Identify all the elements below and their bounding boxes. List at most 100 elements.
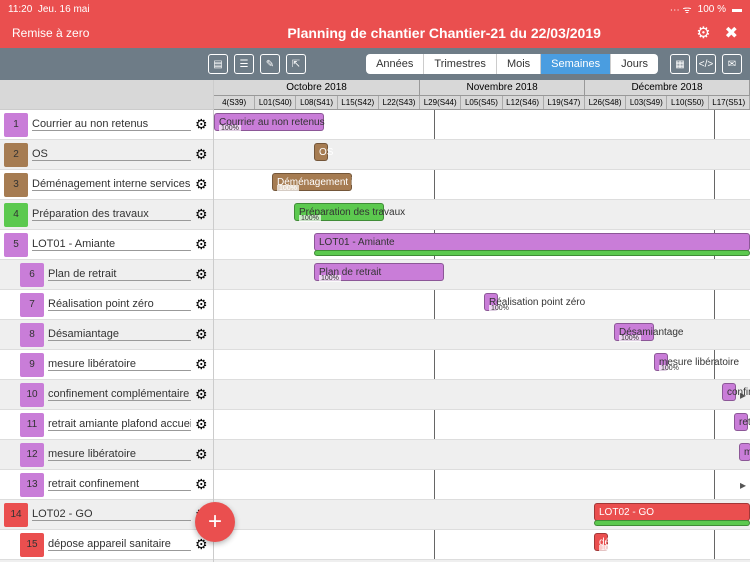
tool-code-icon[interactable]: </> bbox=[696, 54, 716, 74]
gear-icon[interactable]: ⚙ bbox=[195, 206, 213, 223]
task-number[interactable]: 15 bbox=[20, 533, 44, 557]
gantt-bar[interactable]: confinement bbox=[722, 383, 736, 401]
task-label[interactable]: LOT02 - GO bbox=[32, 508, 191, 521]
gear-icon[interactable]: ⚙ bbox=[195, 176, 213, 193]
task-label[interactable]: dépose appareil sanitaire bbox=[48, 538, 191, 551]
task-number[interactable]: 11 bbox=[20, 413, 44, 437]
gantt-bar[interactable]: Déménagement interne services100% bbox=[272, 173, 352, 191]
task-number[interactable]: 2 bbox=[4, 143, 28, 167]
timescale-années[interactable]: Années bbox=[366, 54, 424, 74]
task-number[interactable]: 4 bbox=[4, 203, 28, 227]
gear-icon[interactable]: ⚙ bbox=[195, 296, 213, 313]
gear-icon[interactable]: ⚙ bbox=[195, 356, 213, 373]
gantt-bar[interactable]: dépose appareil sanitaire100% bbox=[594, 533, 608, 551]
task-row: 15dépose appareil sanitaire⚙ bbox=[0, 530, 213, 560]
task-number[interactable]: 13 bbox=[20, 473, 44, 497]
timescale-mois[interactable]: Mois bbox=[497, 54, 541, 74]
add-button[interactable]: + bbox=[195, 502, 235, 542]
task-row: 13 retrait confinement ⚙ bbox=[0, 470, 213, 500]
gantt-bar[interactable]: LOT02 - GO bbox=[594, 503, 750, 521]
gantt-bar[interactable] bbox=[594, 520, 750, 526]
task-number[interactable]: 7 bbox=[20, 293, 44, 317]
task-sidebar: 1 Courrier au non retenus ⚙ 2 OS ⚙ 3 Déménageme… bbox=[0, 80, 214, 562]
timescale-trimestres[interactable]: Trimestres bbox=[424, 54, 497, 74]
task-number[interactable]: 3 bbox=[4, 173, 28, 197]
gantt-row: Courrier au non retenus100% bbox=[214, 110, 750, 140]
task-label[interactable]: retrait amiante plafond accueil et doubl bbox=[48, 418, 191, 431]
task-number[interactable]: 10 bbox=[20, 383, 44, 407]
gantt-bar[interactable]: LOT01 - Amiante bbox=[314, 233, 750, 251]
wifi-icon: ⋯ ᯤ bbox=[670, 2, 692, 16]
overflow-arrow-icon[interactable]: ▸ bbox=[740, 478, 746, 492]
month-header: Décembre 2018 bbox=[585, 80, 750, 95]
tool-edit-icon[interactable]: ✎ bbox=[260, 54, 280, 74]
gantt-row: Réalisation point zéro100% bbox=[214, 290, 750, 320]
tool-import-icon[interactable]: ⇱ bbox=[286, 54, 306, 74]
task-number[interactable]: 5 bbox=[4, 233, 28, 257]
gear-icon[interactable]: ⚙ bbox=[195, 476, 213, 493]
gantt-chart[interactable]: Octobre 2018Novembre 2018Décembre 2018 4… bbox=[214, 80, 750, 562]
tool-list-icon[interactable]: ▤ bbox=[208, 54, 228, 74]
gantt-bar[interactable]: OS bbox=[314, 143, 328, 161]
task-number[interactable]: 8 bbox=[20, 323, 44, 347]
gantt-bar[interactable]: Réalisation point zéro100% bbox=[484, 293, 498, 311]
gear-icon[interactable]: ⚙ bbox=[195, 266, 213, 283]
task-label[interactable]: Courrier au non retenus bbox=[32, 118, 191, 131]
tool-checklist-icon[interactable]: ☰ bbox=[234, 54, 254, 74]
timescale-jours[interactable]: Jours bbox=[611, 54, 658, 74]
gantt-row: Déménagement interne services100% bbox=[214, 170, 750, 200]
task-label[interactable]: Plan de retrait bbox=[48, 268, 191, 281]
week-header: L12(S46) bbox=[503, 96, 544, 109]
gantt-row: Plan de retrait100% bbox=[214, 260, 750, 290]
task-number[interactable]: 12 bbox=[20, 443, 44, 467]
task-label[interactable]: confinement complémentaire sas bbox=[48, 388, 191, 401]
week-header: L26(S48) bbox=[585, 96, 626, 109]
gantt-row: LOT01 - Amiante bbox=[214, 230, 750, 260]
task-label[interactable]: Réalisation point zéro bbox=[48, 298, 191, 311]
task-row: 9 mesure libératoire ⚙ bbox=[0, 350, 213, 380]
reset-button[interactable]: Remise à zero bbox=[12, 26, 192, 40]
toolbar: ▤ ☰ ✎ ⇱ AnnéesTrimestresMoisSemainesJour… bbox=[0, 48, 750, 80]
task-number[interactable]: 1 bbox=[4, 113, 28, 137]
task-label[interactable]: mesure libératoire bbox=[48, 358, 191, 371]
gear-icon[interactable]: ⚙ bbox=[195, 416, 213, 433]
task-label[interactable]: Préparation des travaux bbox=[32, 208, 191, 221]
task-row: 6 Plan de retrait ⚙ bbox=[0, 260, 213, 290]
week-header: 4(S39) bbox=[214, 96, 255, 109]
tool-grid-icon[interactable]: ▦ bbox=[670, 54, 690, 74]
gantt-bar[interactable]: retrait am bbox=[734, 413, 748, 431]
task-label[interactable]: Désamiantage bbox=[48, 328, 191, 341]
gantt-bar[interactable]: mesure bbox=[739, 443, 750, 461]
task-label[interactable]: retrait confinement bbox=[48, 478, 191, 491]
gantt-bar[interactable]: Plan de retrait100% bbox=[314, 263, 444, 281]
tool-mail-icon[interactable]: ✉ bbox=[722, 54, 742, 74]
gear-icon[interactable]: ⚙ bbox=[696, 23, 710, 43]
task-label[interactable]: mesure libératoire bbox=[48, 448, 191, 461]
week-header: L22(S43) bbox=[379, 96, 420, 109]
gantt-bar[interactable]: Courrier au non retenus100% bbox=[214, 113, 324, 131]
week-header: L19(S47) bbox=[544, 96, 585, 109]
task-row: 14LOT02 - GO⚙ bbox=[0, 500, 213, 530]
task-label[interactable]: LOT01 - Amiante bbox=[32, 238, 191, 251]
close-icon[interactable]: ✖ bbox=[725, 23, 738, 43]
gear-icon[interactable]: ⚙ bbox=[195, 386, 213, 403]
task-label[interactable]: Déménagement interne services bbox=[32, 178, 191, 191]
task-number[interactable]: 9 bbox=[20, 353, 44, 377]
month-header: Novembre 2018 bbox=[420, 80, 585, 95]
gear-icon[interactable]: ⚙ bbox=[195, 116, 213, 133]
app-header: Remise à zero Planning de chantier Chant… bbox=[0, 18, 750, 48]
task-row: 1 Courrier au non retenus ⚙ bbox=[0, 110, 213, 140]
task-number[interactable]: 6 bbox=[20, 263, 44, 287]
timescale-semaines[interactable]: Semaines bbox=[541, 54, 611, 74]
task-label[interactable]: OS bbox=[32, 148, 191, 161]
gear-icon[interactable]: ⚙ bbox=[195, 446, 213, 463]
gantt-bar[interactable] bbox=[314, 250, 750, 256]
gear-icon[interactable]: ⚙ bbox=[195, 236, 213, 253]
gantt-bar[interactable]: Préparation des travaux100% bbox=[294, 203, 384, 221]
gear-icon[interactable]: ⚙ bbox=[195, 326, 213, 343]
gantt-bar[interactable]: Désamiantage100% bbox=[614, 323, 654, 341]
task-row: 12 mesure libératoire ⚙ bbox=[0, 440, 213, 470]
gantt-bar[interactable]: mesure libératoire100% bbox=[654, 353, 668, 371]
task-number[interactable]: 14 bbox=[4, 503, 28, 527]
gear-icon[interactable]: ⚙ bbox=[195, 146, 213, 163]
